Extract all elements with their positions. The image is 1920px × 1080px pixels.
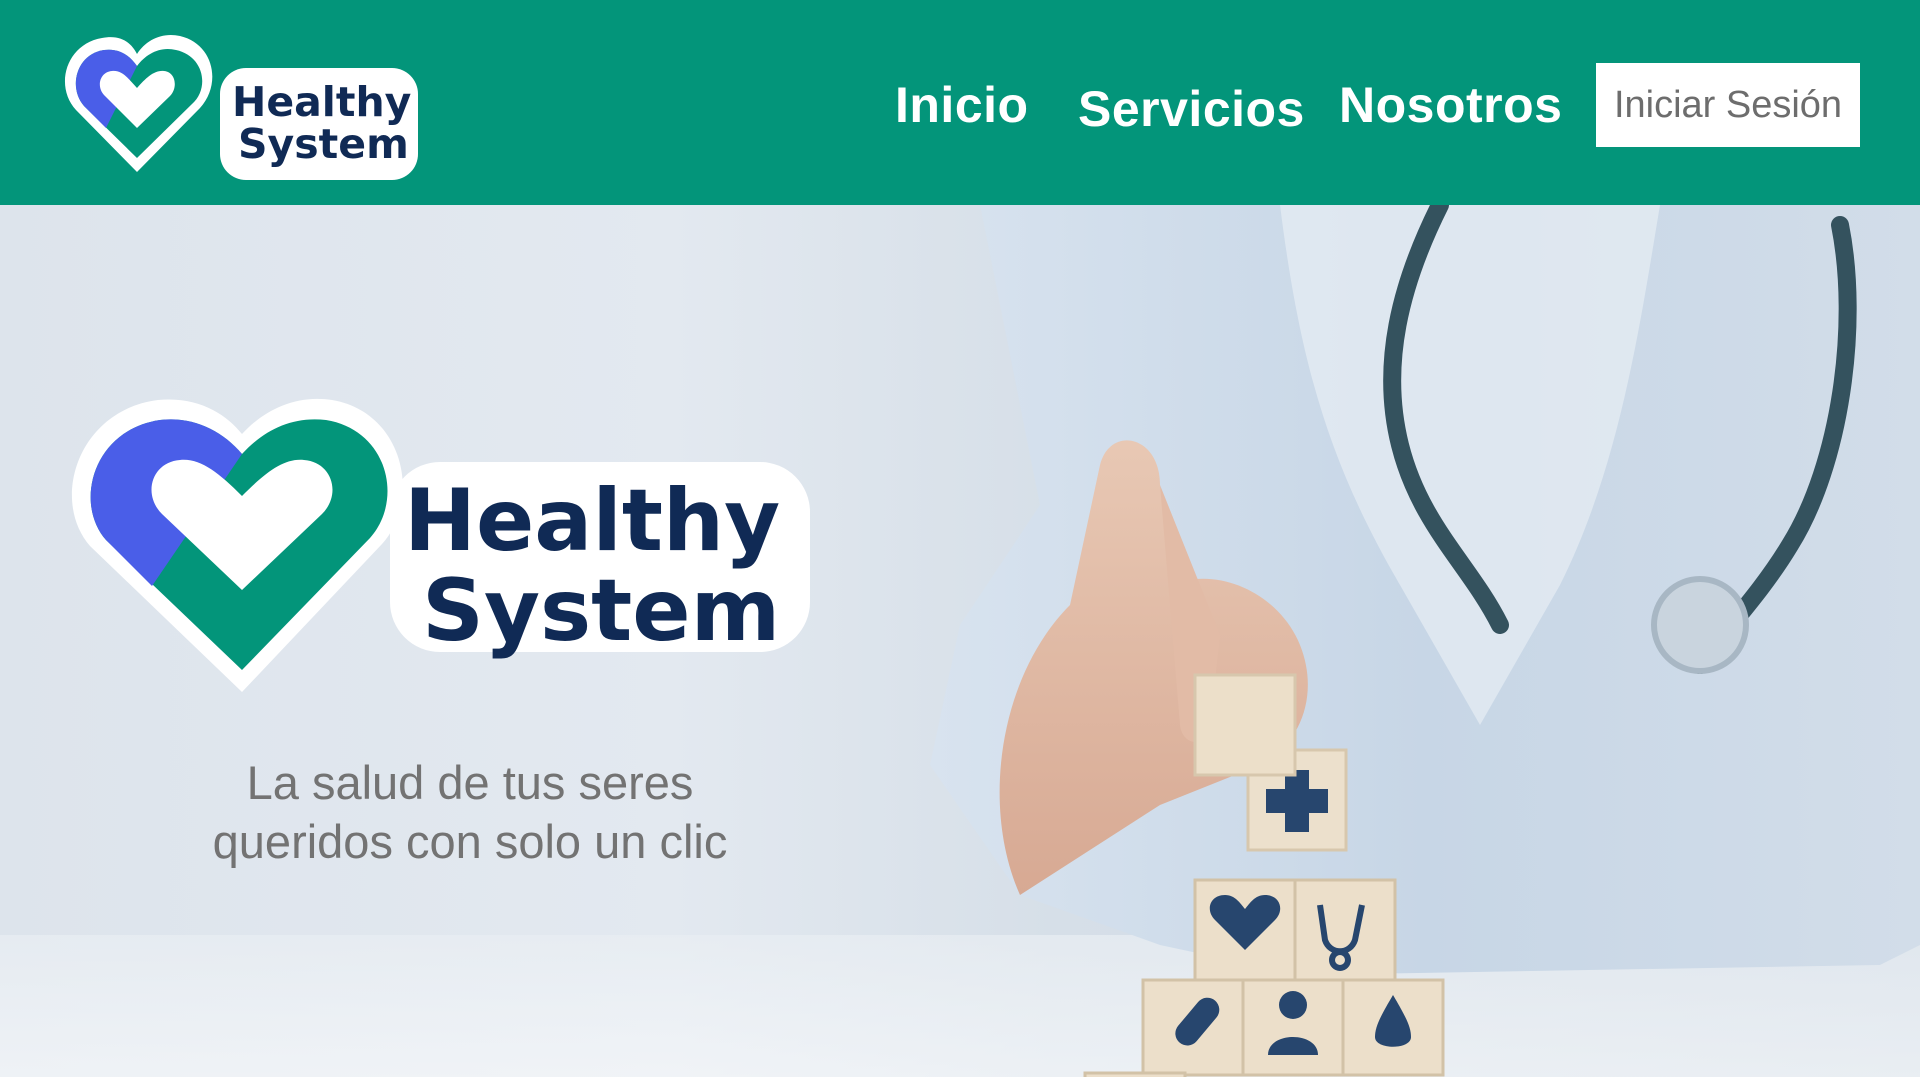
top-navbar: Healthy System Inicio Servicios Nosotros… (0, 0, 1920, 205)
hero-banner: Healthy System La salud de tus seres que… (0, 205, 1920, 1080)
tagline-line1: La salud de tus seres (246, 756, 694, 809)
hero-heart-logo-icon (71, 398, 403, 692)
nav-link-nosotros[interactable]: Nosotros (1339, 76, 1562, 134)
hero-brand-line2: System (422, 561, 780, 661)
nav-link-servicios[interactable]: Servicios (1078, 80, 1305, 138)
hero-tagline: La salud de tus seres queridos con solo … (130, 753, 810, 871)
login-button[interactable]: Iniciar Sesión (1596, 63, 1860, 147)
tagline-line2: queridos con solo un clic (212, 815, 728, 868)
hero-brand-line1: Healthy (404, 471, 780, 571)
hero-brand-logo: Healthy System (71, 398, 810, 692)
nav-link-inicio[interactable]: Inicio (895, 76, 1029, 134)
